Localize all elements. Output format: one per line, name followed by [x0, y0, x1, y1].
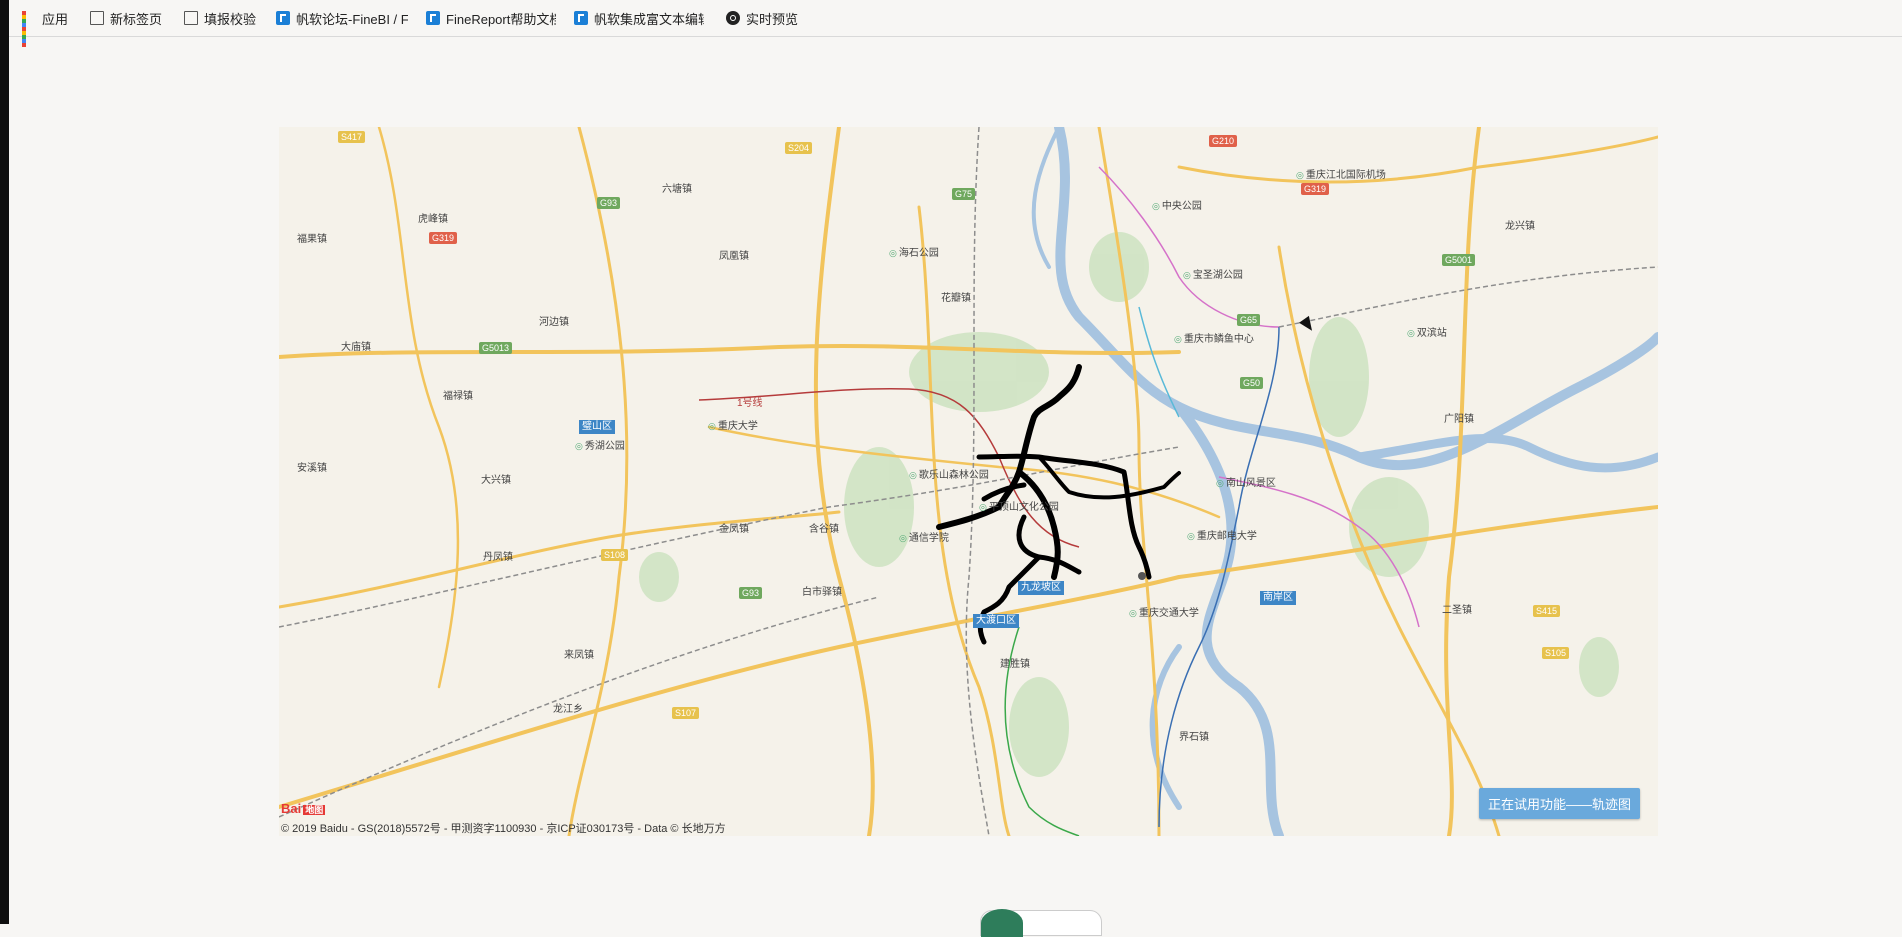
bookmark-label: 应用 [42, 11, 69, 27]
map-poi: 重庆江北国际机场 [1296, 166, 1386, 181]
map-label: 河边镇 [539, 317, 569, 328]
map-poi: 秀湖公园 [575, 437, 625, 452]
road-shield: S105 [1542, 647, 1570, 659]
map-poi: 歌乐山森林公园 [909, 466, 989, 481]
road-shield: S108 [601, 549, 629, 561]
district-label: 大渡口区 [973, 614, 1019, 628]
map-label: 龙兴镇 [1505, 221, 1535, 232]
map-poi: 重庆大学 [708, 417, 758, 432]
map-label: 二圣镇 [1442, 605, 1472, 616]
map-label: 含谷镇 [809, 524, 839, 535]
map-poi: 中央公园 [1152, 197, 1202, 212]
metro-line-label: 1号线 [737, 398, 763, 409]
finereport-icon [426, 11, 441, 25]
road-shield: G93 [739, 587, 763, 599]
road-shield: G210 [1209, 135, 1238, 147]
bookmark-richtext-editor[interactable]: 帆软集成富文本编辑 [574, 9, 704, 28]
widget-ball-icon [981, 909, 1023, 937]
map-label: 福果镇 [297, 234, 327, 245]
map-label: 大兴镇 [481, 475, 511, 486]
district-label: 九龙坡区 [1018, 581, 1064, 595]
map-label: 来凤镇 [564, 650, 594, 661]
road-shield: S107 [672, 707, 700, 719]
page-icon [184, 11, 199, 25]
page-icon [90, 11, 105, 25]
floating-widget[interactable] [980, 909, 1102, 937]
road-shield: S204 [785, 142, 813, 154]
map-label: 金凤镇 [719, 524, 749, 535]
map-view[interactable]: 福果镇 虎峰镇 六塘镇 凤凰镇 河边镇 大庙镇 福禄镇 安溪镇 大兴镇 丹凤镇 … [279, 127, 1658, 836]
record-icon [726, 11, 741, 25]
map-label: 凤凰镇 [719, 251, 749, 262]
map-label: 广阳镇 [1444, 414, 1474, 425]
map-label: 安溪镇 [297, 463, 327, 474]
road-shield: G5013 [479, 342, 513, 354]
map-poi: 宝圣湖公园 [1183, 266, 1243, 281]
map-label: 福禄镇 [443, 391, 473, 402]
map-poi: 双滨站 [1407, 324, 1447, 339]
map-label: 六塘镇 [662, 184, 692, 195]
road-shield: G5001 [1442, 254, 1476, 266]
bookmark-label: 新标签页 [110, 11, 163, 27]
map-label: 界石镇 [1179, 732, 1209, 743]
map-poi: 重庆交通大学 [1129, 604, 1199, 619]
map-label: 白市驿镇 [802, 587, 842, 598]
road-shield: G319 [429, 232, 458, 244]
bookmark-label: 帆软集成富文本编辑 [594, 11, 705, 27]
bookmark-live-preview[interactable]: 实时预览 [726, 9, 798, 28]
bookmark-form-check[interactable]: 填报校验 [182, 9, 256, 28]
map-label: 建胜镇 [1000, 659, 1030, 670]
map-poi: 通信学院 [899, 529, 949, 544]
road-shield: S415 [1533, 605, 1561, 617]
road-shield: G319 [1301, 183, 1330, 195]
finereport-icon [574, 11, 589, 25]
map-poi: 南山风景区 [1216, 474, 1276, 489]
baidu-logo: Bai 地图 [281, 801, 326, 816]
road-shield: S417 [338, 131, 366, 143]
district-label: 璧山区 [579, 420, 615, 434]
finereport-icon [276, 11, 291, 25]
bookmark-label: 填报校验 [204, 11, 257, 27]
road-shield: G65 [1237, 314, 1261, 326]
map-label: 大庙镇 [341, 342, 371, 353]
map-poi: 重庆市鳞鱼中心 [1174, 330, 1254, 345]
road-shield: G50 [1240, 377, 1264, 389]
window-edge [0, 0, 9, 924]
trial-feature-badge[interactable]: 正在试用功能——轨迹图 [1478, 788, 1640, 819]
bookmark-label: FineReport帮助文档 [446, 11, 557, 27]
bookmark-label: 帆软论坛-FineBI / Fi [296, 11, 409, 27]
road-shield: G75 [952, 188, 976, 200]
bookmark-label: 实时预览 [746, 11, 799, 27]
map-poi: 重庆邮电大学 [1187, 527, 1257, 542]
map-label: 虎峰镇 [418, 214, 448, 225]
district-label: 南岸区 [1260, 591, 1296, 605]
map-copyright: © 2019 Baidu - GS(2018)5572号 - 甲测资字11009… [281, 823, 726, 835]
map-label: 丹凤镇 [483, 552, 513, 563]
map-label: 龙江乡 [553, 704, 583, 715]
map-poi: 海石公园 [889, 244, 939, 259]
logo-suffix: 地图 [303, 805, 326, 815]
bookmarks-bar: 应用 新标签页 填报校验 帆软论坛-FineBI / Fi FineReport… [9, 0, 1902, 47]
bookmark-apps[interactable]: 应用 [22, 9, 69, 47]
apps-grid-icon [22, 11, 36, 47]
bookmark-finereport-docs[interactable]: FineReport帮助文档 [426, 9, 556, 28]
logo-text: Bai [281, 801, 302, 816]
road-shield: G93 [597, 197, 621, 209]
map-poi: 平顶山文化公园 [979, 498, 1059, 513]
bookmark-new-tab[interactable]: 新标签页 [88, 9, 162, 28]
bookmark-finebi-forum[interactable]: 帆软论坛-FineBI / Fi [276, 9, 408, 28]
map-label: 花瓣镇 [941, 293, 971, 304]
